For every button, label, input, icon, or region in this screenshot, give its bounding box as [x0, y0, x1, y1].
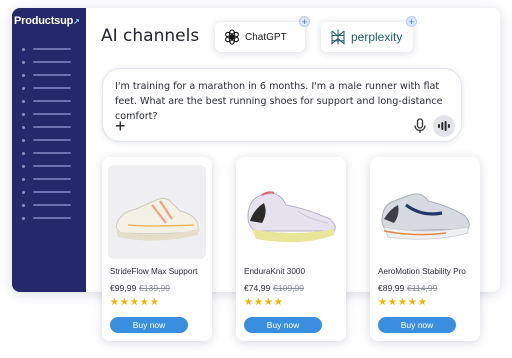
star-rating: ★★★★: [244, 297, 284, 308]
product-image[interactable]: [376, 165, 474, 259]
prompt-box[interactable]: I'm training for a marathon in 6 months.…: [102, 68, 462, 142]
shoe-image: [108, 165, 206, 259]
sidebar-item[interactable]: [22, 216, 71, 220]
star-rating: ★★★★★: [110, 297, 160, 308]
product-old-price: €139,99: [139, 283, 171, 293]
voice-mode-button[interactable]: [433, 115, 455, 137]
add-channel-button[interactable]: +: [299, 16, 310, 27]
star-rating: ★★★★★: [378, 297, 428, 308]
sidebar-item[interactable]: [22, 151, 71, 155]
channel-label: perplexity: [351, 30, 403, 44]
sidebar-item[interactable]: [22, 47, 71, 51]
product-price: €74,99: [244, 283, 271, 293]
sidebar-item[interactable]: [22, 138, 71, 142]
product-name: StrideFlow Max Support: [110, 267, 198, 276]
plus-icon[interactable]: +: [115, 117, 126, 135]
perplexity-icon: [331, 29, 345, 45]
brand-logo[interactable]: Productsup↗: [14, 15, 80, 27]
sidebar-item[interactable]: [22, 99, 71, 103]
product-card[interactable]: StrideFlow Max Support €99,99 €139,99 ★★…: [102, 157, 212, 341]
product-card[interactable]: AeroMotion Stability Pro €89,99 €114,99 …: [370, 157, 480, 341]
sidebar: Productsup↗: [12, 8, 86, 292]
buy-now-button[interactable]: Buy now: [110, 317, 188, 333]
sidebar-item[interactable]: [22, 73, 71, 77]
sidebar-item[interactable]: [22, 177, 71, 181]
chatgpt-icon: [225, 29, 239, 45]
sidebar-item[interactable]: [22, 125, 71, 129]
page-title: AI channels: [101, 26, 200, 46]
sidebar-item[interactable]: [22, 164, 71, 168]
product-card[interactable]: EnduraKnit 3000 €74,99 €109,99 ★★★★ Buy …: [236, 157, 346, 341]
product-price: €99,99: [110, 283, 137, 293]
channel-chip-chatgpt[interactable]: ChatGPT: [215, 22, 305, 52]
sidebar-item[interactable]: [22, 60, 71, 64]
prompt-text[interactable]: I'm training for a marathon in 6 months.…: [115, 79, 451, 124]
voice-mode-icon: [438, 121, 450, 131]
microphone-icon[interactable]: [413, 118, 427, 134]
product-image[interactable]: [242, 165, 340, 259]
channel-label: ChatGPT: [245, 31, 287, 43]
product-price: €89,99: [378, 283, 405, 293]
product-name: EnduraKnit 3000: [244, 267, 305, 276]
product-old-price: €114,99: [407, 283, 438, 293]
buy-now-button[interactable]: Buy now: [244, 317, 322, 333]
product-old-price: €109,99: [273, 283, 305, 293]
sidebar-item[interactable]: [22, 203, 71, 207]
sidebar-item[interactable]: [22, 86, 71, 90]
shoe-image: [242, 165, 340, 259]
channel-chip-perplexity[interactable]: perplexity: [321, 22, 413, 52]
shoe-image: [376, 165, 474, 259]
add-channel-button[interactable]: +: [406, 16, 417, 27]
buy-now-button[interactable]: Buy now: [378, 317, 456, 333]
sidebar-item[interactable]: [22, 112, 71, 116]
product-name: AeroMotion Stability Pro: [378, 267, 466, 276]
product-image[interactable]: [108, 165, 206, 259]
sidebar-item[interactable]: [22, 190, 71, 194]
